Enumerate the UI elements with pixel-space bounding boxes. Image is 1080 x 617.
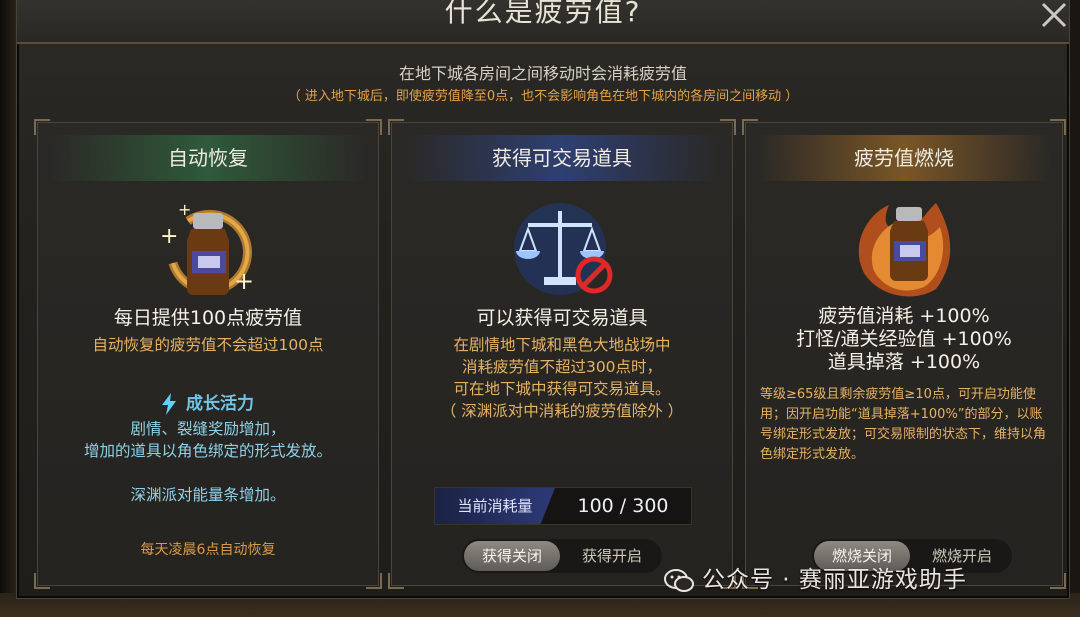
svg-text:+: + <box>234 267 254 295</box>
intro-text: 在地下城各房间之间移动时会消耗疲劳值 <box>398 64 687 83</box>
meter-label: 当前消耗量 <box>435 488 555 524</box>
growth-title: 成长活力 <box>38 389 378 415</box>
panel-header: 获得可交易道具 <box>404 135 720 181</box>
panel-header: 自动恢复 <box>50 135 366 181</box>
burning-potion-icon <box>844 193 964 303</box>
dialog-title: 什么是疲劳值? <box>444 0 642 28</box>
panel-desc-line: 在剧情地下城和黑色大地战场中 <box>453 336 671 354</box>
growth-line: 增加的道具以角色绑定的形式发放。 <box>83 442 332 460</box>
panel-fatigue-burn: 疲劳值燃烧 疲劳值消耗 +100% 打怪/通关经验值 +100% 道具掉落 +1… <box>742 119 1066 589</box>
scale-prohibited-icon <box>502 193 622 303</box>
dialog-title-bar: 什么是疲劳值? <box>17 0 1069 44</box>
close-icon <box>1041 2 1067 28</box>
toggle-off-button[interactable]: 获得关闭 <box>464 541 560 571</box>
panel-header: 疲劳值燃烧 <box>758 135 1050 181</box>
panel-auto-recover: 自动恢复 + + + 每日提供100点疲劳值 自动恢复的疲劳值不会超过100点 … <box>34 119 382 589</box>
lightning-icon <box>162 393 176 415</box>
close-button[interactable] <box>1033 0 1069 32</box>
fatigue-potion-recover-icon: + + + <box>148 193 268 303</box>
svg-text:+: + <box>160 224 178 249</box>
toggle-on-button[interactable]: 获得开启 <box>564 541 660 571</box>
panel-main-text: 可以获得可交易道具 <box>476 307 648 329</box>
panel-main-text: 每日提供100点疲劳值 <box>113 307 303 329</box>
burn-effect-line: 道具掉落 +100% <box>827 351 981 373</box>
svg-text:+: + <box>178 200 191 219</box>
growth-title-text: 成长活力 <box>186 394 254 414</box>
panel-desc-line: 可在地下城中获得可交易道具。 <box>453 380 671 398</box>
wechat-icon <box>664 568 694 592</box>
recover-time-note: 每天凌晨6点自动恢复 <box>140 542 276 558</box>
intro-note: （ 进入地下城后，即使疲劳值降至0点，也不会影响角色在地下城内的各房间之间移动 … <box>287 89 799 104</box>
panel-desc-line: 消耗疲劳值不超过300点时， <box>461 358 663 376</box>
consumption-meter: 当前消耗量 100 / 300 <box>434 487 692 525</box>
tradeable-toggle: 获得关闭 获得开启 <box>462 539 662 573</box>
watermark: 公众号 · 赛丽亚游戏助手 <box>664 560 967 593</box>
panel-tradeable-items: 获得可交易道具 可以获得可交易道具 在剧情地下城和黑色大地战场中 消耗疲劳值不超… <box>388 119 736 589</box>
panel-sub-text: 自动恢复的疲劳值不会超过100点 <box>92 336 324 354</box>
panel-desc-line: （ 深渊派对中消耗的疲劳值除外 ） <box>440 402 684 420</box>
meter-value: 100 / 300 <box>577 495 669 517</box>
burn-description: 等级≥65级且剩余疲劳值≥10点，可开启功能使用；因开启功能“道具掉落+100%… <box>760 387 1047 462</box>
fatigue-info-dialog: 什么是疲劳值? 在地下城各房间之间移动时会消耗疲劳值 （ 进入地下城后，即使疲劳… <box>16 0 1070 599</box>
growth-line: 剧情、裂缝奖励增加， <box>130 420 286 438</box>
abyss-line: 深渊派对能量条增加。 <box>130 486 286 504</box>
background-left-edge <box>0 0 16 617</box>
watermark-text: 公众号 · 赛丽亚游戏助手 <box>702 567 967 593</box>
